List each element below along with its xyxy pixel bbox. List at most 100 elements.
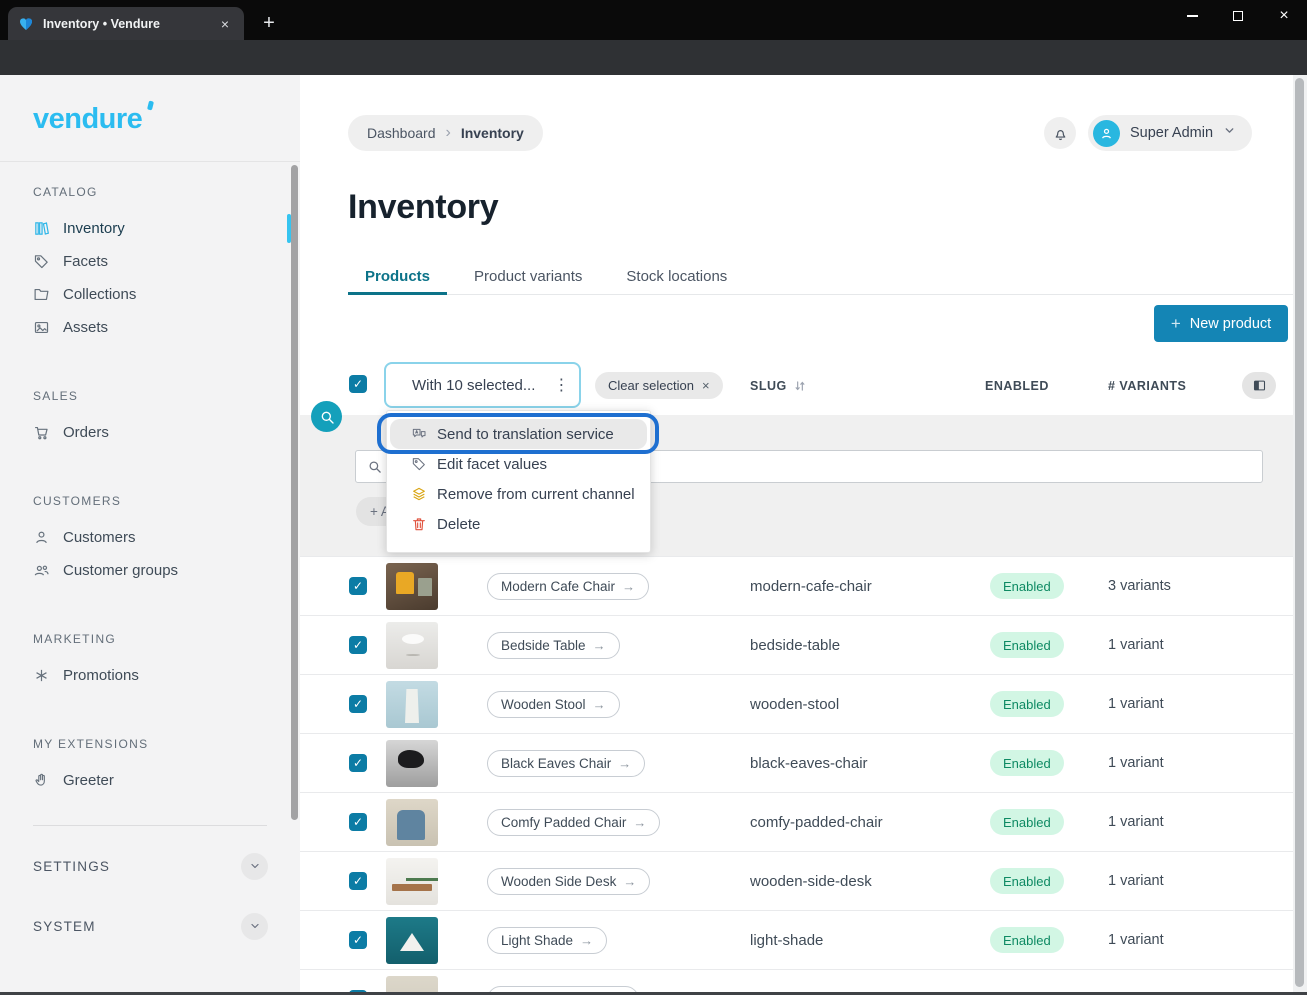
close-button[interactable] xyxy=(1261,0,1307,32)
menu-item-label: Remove from current channel xyxy=(437,486,635,503)
variant-count: 1 variant xyxy=(1108,755,1164,771)
breadcrumb-dashboard[interactable]: Dashboard xyxy=(367,125,436,141)
product-name-link[interactable]: Light Shade xyxy=(487,927,607,954)
breadcrumb: Dashboard Inventory xyxy=(348,115,543,151)
page-scrollbar[interactable] xyxy=(1293,75,1307,995)
product-name: Wooden Side Desk xyxy=(501,874,616,889)
product-name: Bedside Table xyxy=(501,638,586,653)
sidebar-item-label: Greeter xyxy=(63,772,114,789)
row-checkbox[interactable] xyxy=(349,577,367,595)
menu-item-edit-facet-values[interactable]: Edit facet values xyxy=(387,449,650,479)
table-row: Wooden Side Desk wooden-side-desk Enable… xyxy=(300,851,1293,910)
column-header-slug[interactable]: SLUG xyxy=(750,379,807,393)
tab-products[interactable]: Products xyxy=(348,258,447,294)
clear-selection-label: Clear selection xyxy=(608,378,694,393)
vendure-admin-app: vendure CATALOG Inventory Facets xyxy=(0,75,1307,995)
new-product-label: New product xyxy=(1190,316,1271,332)
sidebar-item-settings[interactable]: SETTINGS xyxy=(33,846,268,886)
table-row: Wooden Stool wooden-stool Enabled 1 vari… xyxy=(300,674,1293,733)
nav-section-marketing: MARKETING xyxy=(33,632,300,646)
maximize-button[interactable] xyxy=(1215,0,1261,32)
product-thumbnail xyxy=(386,858,438,905)
row-checkbox[interactable] xyxy=(349,695,367,713)
settings-expand-button[interactable] xyxy=(241,853,268,880)
tab-title: Inventory • Vendure xyxy=(43,17,160,31)
sidebar-item-facets[interactable]: Facets xyxy=(0,245,300,278)
status-badge: Enabled xyxy=(990,809,1064,835)
sidebar-item-customers[interactable]: Customers xyxy=(0,521,300,554)
person-icon xyxy=(33,529,50,546)
tag-icon xyxy=(33,253,50,270)
sidebar-item-customer-groups[interactable]: Customer groups xyxy=(0,554,300,587)
arrow-right-icon xyxy=(622,579,635,594)
search-toggle-button[interactable] xyxy=(311,401,342,432)
table-row: Modern Cafe Chair modern-cafe-chair Enab… xyxy=(300,556,1293,615)
user-name: Super Admin xyxy=(1130,125,1213,141)
system-label: SYSTEM xyxy=(33,919,96,934)
sidebar-item-system[interactable]: SYSTEM xyxy=(33,906,268,946)
product-name: Light Shade xyxy=(501,933,573,948)
clear-selection-chip[interactable]: Clear selection xyxy=(595,372,723,399)
menu-item-label: Edit facet values xyxy=(437,456,547,473)
product-name-link[interactable]: Wooden Stool xyxy=(487,691,620,718)
bulk-actions-button[interactable]: With 10 selected... xyxy=(384,362,581,408)
search-icon xyxy=(319,409,335,425)
translate-icon xyxy=(411,426,427,442)
menu-item-label: Send to translation service xyxy=(437,426,614,443)
person-icon xyxy=(1099,126,1114,141)
variant-count: 1 variant xyxy=(1108,814,1164,830)
variant-count: 1 variant xyxy=(1108,873,1164,889)
menu-item-remove-from-channel[interactable]: Remove from current channel xyxy=(387,479,650,509)
breadcrumb-inventory[interactable]: Inventory xyxy=(461,125,524,141)
minimize-button[interactable] xyxy=(1169,0,1215,32)
hand-icon xyxy=(33,772,50,789)
nav-section-my-extensions: MY EXTENSIONS xyxy=(33,737,300,751)
user-menu[interactable]: Super Admin xyxy=(1088,115,1252,151)
select-all-checkbox[interactable] xyxy=(349,375,367,393)
product-slug: modern-cafe-chair xyxy=(750,578,872,595)
row-checkbox[interactable] xyxy=(349,872,367,890)
sidebar-item-greeter[interactable]: Greeter xyxy=(0,764,300,797)
row-checkbox[interactable] xyxy=(349,931,367,949)
product-name-link[interactable]: Wooden Side Desk xyxy=(487,868,650,895)
column-header-enabled: ENABLED xyxy=(985,379,1049,393)
product-name-link[interactable]: Bedside Table xyxy=(487,632,620,659)
browser-tab[interactable]: Inventory • Vendure xyxy=(8,7,244,40)
tab-close-icon[interactable] xyxy=(216,15,234,33)
tab-product-variants[interactable]: Product variants xyxy=(457,258,599,294)
sidebar-item-assets[interactable]: Assets xyxy=(0,311,300,344)
product-name-link[interactable]: Black Eaves Chair xyxy=(487,750,645,777)
sidebar-item-label: Orders xyxy=(63,424,109,441)
menu-item-delete[interactable]: Delete xyxy=(387,509,650,539)
sidebar-item-promotions[interactable]: Promotions xyxy=(0,659,300,692)
row-checkbox[interactable] xyxy=(349,813,367,831)
product-name-link[interactable]: Modern Cafe Chair xyxy=(487,573,649,600)
page-title: Inventory xyxy=(348,188,498,227)
sidebar-item-label: Facets xyxy=(63,253,108,270)
product-name: Comfy Padded Chair xyxy=(501,815,626,830)
sidebar-item-collections[interactable]: Collections xyxy=(0,278,300,311)
tab-stock-locations[interactable]: Stock locations xyxy=(609,258,744,294)
sidebar-scrollbar[interactable] xyxy=(291,165,298,820)
arrow-right-icon xyxy=(633,815,646,830)
new-tab-button[interactable] xyxy=(256,10,282,36)
sidebar-item-inventory[interactable]: Inventory xyxy=(0,212,300,245)
product-name: Wooden Stool xyxy=(501,697,586,712)
vendure-favicon-heart-icon xyxy=(18,16,34,32)
new-product-button[interactable]: New product xyxy=(1154,305,1288,342)
product-slug: bedside-table xyxy=(750,637,840,654)
vendure-logo: vendure xyxy=(33,103,142,136)
sidebar-item-label: Customer groups xyxy=(63,562,178,579)
row-checkbox[interactable] xyxy=(349,754,367,772)
column-settings-button[interactable] xyxy=(1242,372,1276,399)
kebab-menu-icon[interactable] xyxy=(553,375,569,395)
column-header-variants: # VARIANTS xyxy=(1108,379,1186,393)
notifications-button[interactable] xyxy=(1044,117,1076,149)
scrollbar-thumb[interactable] xyxy=(1295,78,1304,987)
row-checkbox[interactable] xyxy=(349,636,367,654)
menu-item-send-to-translation[interactable]: Send to translation service xyxy=(390,419,647,449)
sidebar-item-orders[interactable]: Orders xyxy=(0,416,300,449)
system-expand-button[interactable] xyxy=(241,913,268,940)
product-name-link[interactable]: Comfy Padded Chair xyxy=(487,809,660,836)
browser-toolbar xyxy=(0,40,1307,75)
